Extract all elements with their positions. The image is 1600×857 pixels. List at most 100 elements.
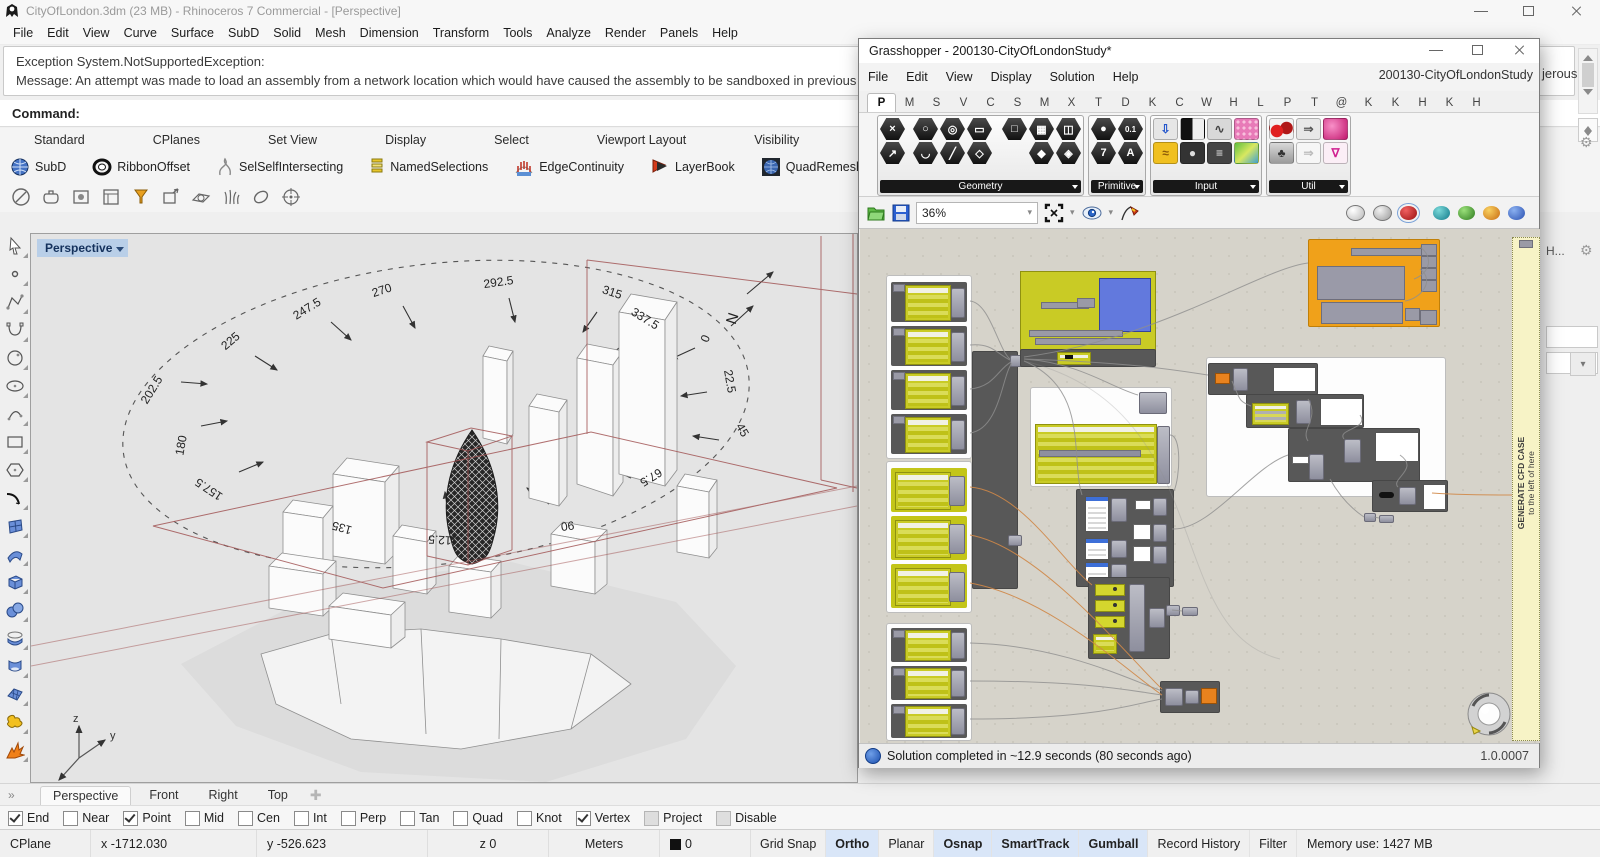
menu-item[interactable]: Edit bbox=[40, 24, 76, 42]
osnap-checkbox[interactable] bbox=[123, 811, 138, 826]
cplane-segment[interactable]: CPlane bbox=[0, 830, 91, 857]
osnap-checkbox[interactable] bbox=[716, 811, 731, 826]
palette-label-input[interactable]: Input bbox=[1153, 180, 1259, 193]
boolean-icon[interactable] bbox=[2, 708, 29, 735]
gh-tab[interactable]: M bbox=[896, 94, 923, 112]
osnap-option[interactable]: Near bbox=[63, 811, 109, 826]
gem-wire-icon[interactable] bbox=[1346, 205, 1365, 221]
save-icon[interactable] bbox=[892, 204, 910, 222]
gh-group-orange[interactable] bbox=[1308, 239, 1440, 327]
polyline-icon[interactable] bbox=[2, 288, 29, 315]
gh-subgroup[interactable] bbox=[1208, 363, 1318, 395]
units-segment[interactable]: Meters bbox=[549, 830, 660, 857]
menu-item[interactable]: Panels bbox=[653, 24, 705, 42]
osnap-option[interactable]: Cen bbox=[238, 811, 280, 826]
gh-tab[interactable]: K bbox=[1139, 94, 1166, 112]
osnap-checkbox[interactable] bbox=[238, 811, 253, 826]
gh-canvas[interactable]: GENERATE CFD CASEto the left of here bbox=[860, 229, 1540, 743]
status-toggle[interactable]: Ortho bbox=[826, 830, 879, 857]
box-arrow-icon[interactable] bbox=[158, 184, 184, 210]
gh-group-dark[interactable] bbox=[1076, 489, 1174, 587]
box-icon[interactable] bbox=[2, 568, 29, 595]
gh-tab[interactable]: V bbox=[950, 94, 977, 112]
rectangle-icon[interactable] bbox=[2, 428, 29, 455]
zoom-dropdown[interactable]: 36%▾ bbox=[916, 202, 1038, 224]
toolbar-tab[interactable]: Select bbox=[460, 130, 563, 150]
ribbonoffset-button[interactable]: RibbonOffset bbox=[92, 157, 190, 177]
revolve-icon[interactable] bbox=[2, 652, 29, 679]
menu-item[interactable]: Help bbox=[705, 24, 745, 42]
gh-tab[interactable]: K bbox=[1382, 94, 1409, 112]
primitive-icon[interactable]: A bbox=[1118, 142, 1143, 164]
status-toggle[interactable]: Gumball bbox=[1079, 830, 1148, 857]
osnap-option[interactable]: Int bbox=[294, 811, 327, 826]
menu-item[interactable]: File bbox=[6, 24, 40, 42]
osnap-option[interactable]: Vertex bbox=[576, 811, 630, 826]
perspective-viewport[interactable]: Perspective bbox=[30, 233, 858, 783]
osnap-option[interactable]: Project bbox=[644, 811, 702, 826]
gh-group[interactable] bbox=[886, 461, 972, 613]
osnap-checkbox[interactable] bbox=[400, 811, 415, 826]
viewport-title-chip[interactable]: Perspective bbox=[37, 239, 128, 257]
curve-points-icon[interactable] bbox=[2, 316, 29, 343]
osnap-checkbox[interactable] bbox=[8, 811, 23, 826]
gh-component-slab[interactable] bbox=[972, 351, 1018, 589]
arc-icon[interactable] bbox=[2, 400, 29, 427]
primitive-icon[interactable]: 7 bbox=[1091, 142, 1116, 164]
menu-item[interactable]: Curve bbox=[117, 24, 164, 42]
toolbar-tab[interactable]: CPlanes bbox=[119, 130, 234, 150]
gh-node[interactable] bbox=[1364, 513, 1376, 522]
grass-icon[interactable] bbox=[218, 184, 244, 210]
value-list-icon[interactable]: ≡ bbox=[1207, 142, 1232, 164]
grasshopper-titlebar[interactable]: Grasshopper - 200130-CityOfLondonStudy* bbox=[859, 39, 1539, 63]
toolbar-tab[interactable]: Viewport Layout bbox=[563, 130, 720, 150]
primitive-icon[interactable]: 0.1 bbox=[1118, 118, 1143, 140]
gh-tab[interactable]: S bbox=[923, 94, 950, 112]
gh-node[interactable] bbox=[1379, 515, 1394, 523]
palette-label-geometry[interactable]: Geometry bbox=[880, 180, 1081, 193]
osnap-option[interactable]: Tan bbox=[400, 811, 439, 826]
clip-icon[interactable] bbox=[248, 184, 274, 210]
close-icon[interactable] bbox=[1568, 4, 1586, 18]
geometry-icon[interactable]: × bbox=[880, 118, 905, 140]
gh-tab[interactable]: T bbox=[1085, 94, 1112, 112]
gh-menu-item[interactable]: Solution bbox=[1041, 66, 1104, 88]
osnap-option[interactable]: End bbox=[8, 811, 49, 826]
geometry-icon[interactable]: ◆ bbox=[1029, 142, 1054, 164]
select-arrow-icon[interactable] bbox=[2, 232, 29, 259]
osnap-checkbox[interactable] bbox=[294, 811, 309, 826]
circle-slash-icon[interactable] bbox=[8, 184, 34, 210]
toggle-icon[interactable] bbox=[1180, 118, 1205, 140]
gem-teal-icon[interactable] bbox=[1433, 206, 1450, 220]
funnel-icon[interactable] bbox=[128, 184, 154, 210]
gh-close-icon[interactable] bbox=[1511, 43, 1529, 57]
panel-field[interactable] bbox=[1546, 326, 1598, 348]
graph-icon[interactable]: ∿ bbox=[1207, 118, 1232, 140]
sketch-pen-icon[interactable] bbox=[1119, 203, 1141, 223]
gem-amber-icon[interactable] bbox=[1483, 206, 1500, 220]
dotted-sphere-icon[interactable] bbox=[1323, 118, 1348, 140]
osnap-checkbox[interactable] bbox=[576, 811, 591, 826]
tree-icon[interactable]: ♣ bbox=[1269, 142, 1294, 164]
relay-light-icon[interactable]: ⇒ bbox=[1296, 142, 1321, 164]
relay-dark-icon[interactable]: ⇒ bbox=[1296, 118, 1321, 140]
preview-eye-icon[interactable] bbox=[1081, 205, 1103, 221]
grasshopper-window[interactable]: Grasshopper - 200130-CityOfLondonStudy* … bbox=[858, 38, 1540, 768]
gh-tab[interactable]: T bbox=[1301, 94, 1328, 112]
zoom-extents-icon[interactable] bbox=[1044, 203, 1064, 223]
button-icon[interactable]: ● bbox=[1180, 142, 1205, 164]
geometry-icon[interactable]: ▦ bbox=[1029, 118, 1054, 140]
menu-item[interactable]: Solid bbox=[266, 24, 308, 42]
osnap-option[interactable]: Perp bbox=[341, 811, 386, 826]
scrollbar[interactable] bbox=[1578, 48, 1598, 114]
gh-tab[interactable]: C bbox=[1166, 94, 1193, 112]
gh-node[interactable] bbox=[1166, 605, 1180, 616]
flask-icon[interactable]: ∇ bbox=[1323, 142, 1348, 164]
gear-icon[interactable]: ⚙ bbox=[1580, 134, 1593, 151]
viewport-tab[interactable]: Front bbox=[137, 786, 190, 805]
gh-tab[interactable]: H bbox=[1409, 94, 1436, 112]
gradient-icon[interactable] bbox=[1234, 142, 1259, 164]
ellipse-icon[interactable] bbox=[2, 372, 29, 399]
gh-tab[interactable]: H bbox=[1463, 94, 1490, 112]
gh-tab[interactable]: @ bbox=[1328, 94, 1355, 112]
